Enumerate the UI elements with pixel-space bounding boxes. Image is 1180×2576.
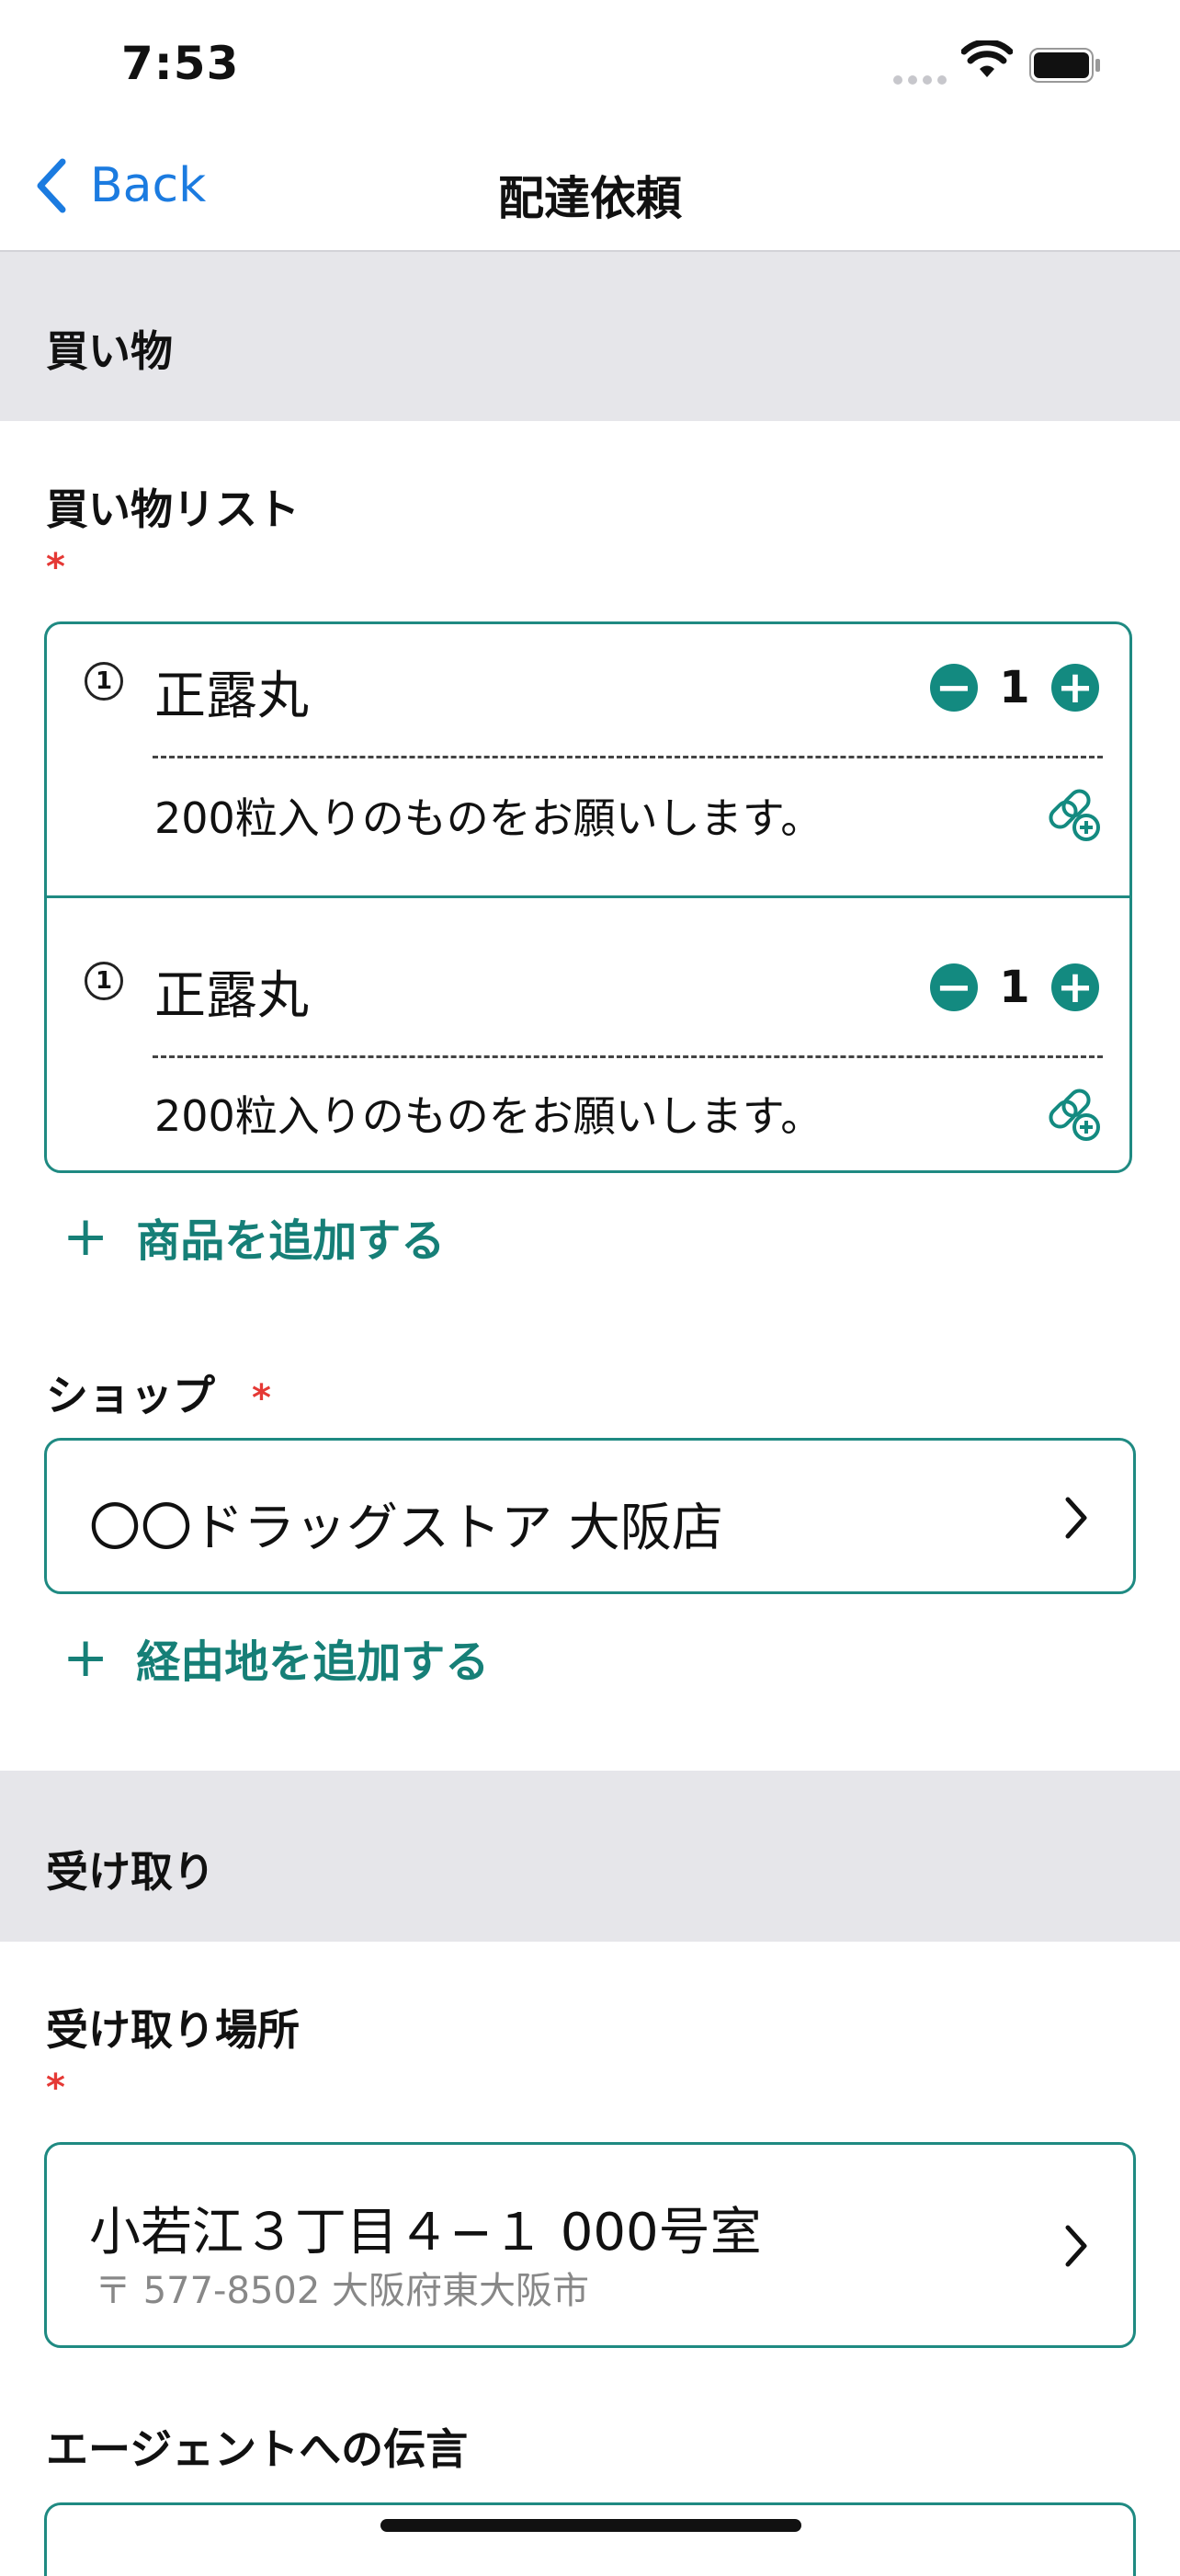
agent-message-label: エージェントへの伝言 (46, 2424, 469, 2474)
add-waypoint-button[interactable]: + 経由地を追加する (62, 1625, 489, 1690)
plus-icon: + (62, 1204, 109, 1269)
row-divider (44, 895, 1132, 898)
plus-icon: + (1056, 662, 1095, 713)
item-note: 200粒入りのものをお願いします。 (154, 1091, 823, 1141)
dashed-divider (153, 1055, 1103, 1058)
plus-icon: + (1056, 962, 1095, 1013)
item-name: 正露丸 (154, 966, 309, 1026)
decrease-quantity-button[interactable]: − (930, 963, 978, 1011)
increase-quantity-button[interactable]: + (1051, 664, 1099, 712)
postal-line: 〒 577-8502 大阪府東大阪市 (95, 2270, 590, 2312)
add-link-icon[interactable] (1044, 1085, 1101, 1142)
home-indicator (380, 2519, 801, 2532)
dashed-divider (153, 756, 1103, 758)
add-link-icon[interactable] (1044, 785, 1101, 842)
shop-label-text: ショップ (46, 1371, 215, 1420)
page-title: 配達依頼 (498, 172, 682, 225)
item-note: 200粒入りのものをお願いします。 (154, 793, 823, 843)
minus-icon: − (935, 662, 973, 713)
agent-message-input[interactable] (44, 2502, 1136, 2576)
section-title: 受け取り (46, 1847, 215, 1897)
address-line: 小若江３丁目４−１ 000号室 (89, 2203, 762, 2263)
increase-quantity-button[interactable]: + (1051, 963, 1099, 1011)
chevron-right-icon (1065, 2225, 1087, 2267)
add-waypoint-label: 経由地を追加する (136, 1636, 490, 1688)
add-item-label: 商品を追加する (136, 1215, 446, 1267)
cellular-signal-icon (893, 75, 947, 85)
status-time: 7:53 (121, 37, 240, 90)
section-header-receive: 受け取り (0, 1771, 1180, 1942)
required-mark: * (252, 1377, 271, 1419)
required-mark: * (46, 2067, 65, 2109)
shopping-list-label: 買い物リスト (46, 484, 300, 534)
shop-value: 〇〇ドラッグストア 大阪店 (89, 1499, 723, 1558)
decrease-quantity-button[interactable]: − (930, 664, 978, 712)
minus-icon: − (935, 962, 973, 1013)
receive-place-label: 受け取り場所 (46, 2005, 300, 2055)
shop-selector[interactable]: 〇〇ドラッグストア 大阪店 (44, 1438, 1136, 1594)
wifi-icon (960, 39, 1014, 85)
item-index-icon: 1 (85, 962, 123, 1000)
section-header-shopping: 買い物 (0, 252, 1180, 421)
plus-icon: + (62, 1625, 109, 1690)
shop-label: ショップ * (46, 1362, 271, 1423)
item-quantity: 1 (999, 962, 1030, 1013)
item-index-icon: 1 (85, 662, 123, 701)
add-item-button[interactable]: + 商品を追加する (62, 1204, 445, 1269)
battery-icon (1029, 48, 1100, 83)
item-name: 正露丸 (154, 667, 309, 726)
item-quantity: 1 (999, 662, 1030, 713)
receive-place-selector[interactable]: 小若江３丁目４−１ 000号室 〒 577-8502 大阪府東大阪市 (44, 2142, 1136, 2348)
chevron-right-icon (1065, 1497, 1087, 1539)
section-title: 買い物 (46, 326, 173, 376)
required-mark: * (46, 546, 65, 588)
